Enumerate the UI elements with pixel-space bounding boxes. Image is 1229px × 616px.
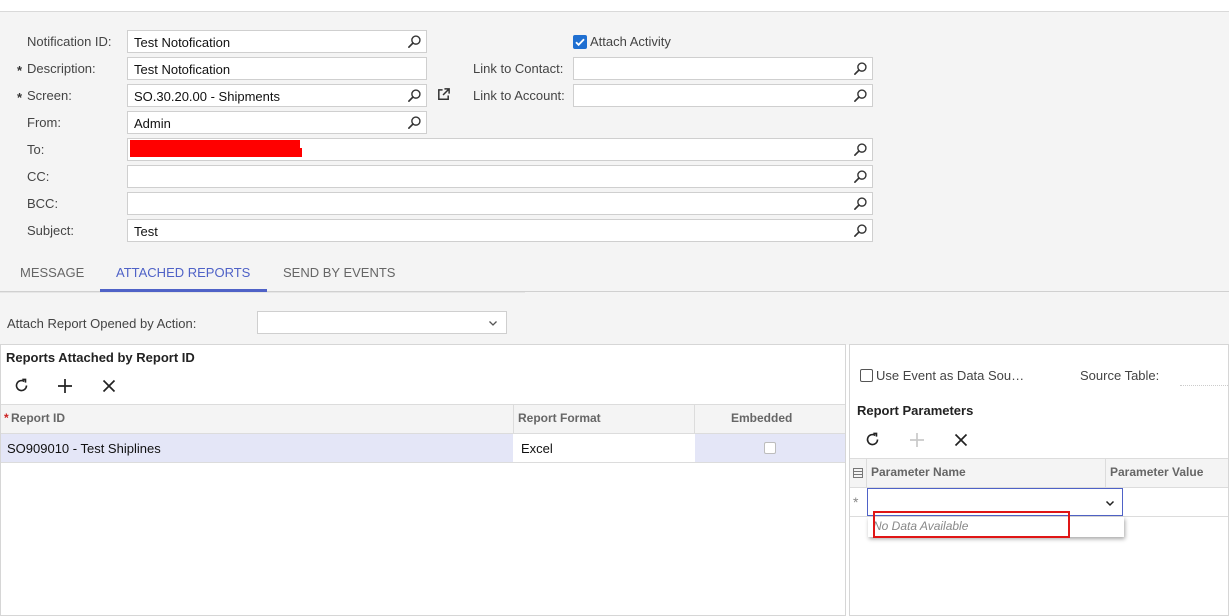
chevron-down-icon — [1105, 500, 1115, 507]
report-format-cell[interactable]: Excel — [521, 441, 553, 456]
column-report-id[interactable]: Report ID — [11, 411, 65, 425]
search-icon[interactable] — [853, 88, 868, 103]
refresh-icon[interactable] — [13, 377, 31, 395]
notification-id-label: Notification ID: — [27, 34, 112, 49]
table-row[interactable]: SO909010 - Test Shiplines Excel — [1, 434, 845, 463]
search-icon[interactable] — [853, 142, 868, 157]
column-report-format[interactable]: Report Format — [518, 411, 601, 425]
report-parameters-title: Report Parameters — [857, 403, 974, 418]
search-icon[interactable] — [407, 34, 422, 49]
bcc-label: BCC: — [27, 196, 59, 211]
tab-send-by-events[interactable]: SEND BY EVENTS — [283, 265, 395, 280]
new-row-marker: * — [853, 494, 859, 510]
subject-value: Test — [134, 224, 158, 239]
checkmark-icon — [575, 38, 585, 47]
from-label: From: — [27, 115, 61, 130]
subject-label: Subject: — [27, 223, 74, 238]
tab-strip-line — [0, 292, 525, 293]
delete-icon[interactable] — [100, 377, 118, 395]
link-to-contact-label: Link to Contact: — [473, 61, 564, 76]
to-field[interactable] — [127, 138, 873, 161]
delete-icon[interactable] — [952, 431, 970, 449]
screen-label: Screen: — [27, 88, 72, 103]
from-value: Admin — [134, 116, 171, 131]
description-required-marker: * — [17, 63, 23, 78]
notification-id-field[interactable]: Test Notofication — [127, 30, 427, 53]
column-embedded[interactable]: Embedded — [731, 411, 792, 425]
reports-panel-title: Reports Attached by Report ID — [6, 350, 195, 365]
link-to-account-label: Link to Account: — [473, 88, 565, 103]
description-field[interactable]: Test Notofication — [127, 57, 427, 80]
report-id-required-marker: * — [4, 411, 9, 425]
search-icon[interactable] — [407, 115, 422, 130]
description-label: Description: — [27, 61, 96, 76]
parameters-grid-header: Parameter Name Parameter Value — [850, 458, 1228, 488]
report-id-cell[interactable]: SO909010 - Test Shiplines — [7, 441, 161, 456]
screen-value: SO.30.20.00 - Shipments — [134, 89, 280, 104]
tab-attached-reports[interactable]: ATTACHED REPORTS — [116, 265, 250, 280]
search-icon[interactable] — [407, 88, 422, 103]
redaction-mark — [130, 148, 302, 157]
attach-report-action-select[interactable] — [257, 311, 507, 334]
search-icon[interactable] — [853, 61, 868, 76]
column-divider — [694, 405, 695, 433]
screen-required-marker: * — [17, 90, 23, 105]
description-value: Test Notofication — [134, 62, 231, 77]
from-field[interactable]: Admin — [127, 111, 427, 134]
link-to-account-field[interactable] — [573, 84, 873, 107]
chevron-down-icon — [489, 321, 497, 326]
column-divider — [513, 405, 514, 433]
embedded-checkbox[interactable] — [764, 442, 776, 454]
search-icon[interactable] — [853, 223, 868, 238]
notification-id-value: Test Notofication — [134, 35, 231, 50]
column-divider — [1105, 459, 1106, 487]
external-link-icon[interactable] — [436, 87, 451, 102]
attach-activity-label: Attach Activity — [590, 34, 671, 49]
cc-field[interactable] — [127, 165, 873, 188]
add-icon[interactable] — [908, 431, 926, 449]
tab-message[interactable]: MESSAGE — [20, 265, 84, 280]
highlight-annotation-box — [873, 511, 1070, 538]
column-parameter-name[interactable]: Parameter Name — [871, 465, 966, 479]
attach-activity-checkbox[interactable] — [573, 35, 587, 49]
use-event-checkbox[interactable] — [860, 369, 873, 382]
subject-field[interactable]: Test — [127, 219, 873, 242]
report-parameters-panel: Use Event as Data Sou… Source Table: Rep… — [849, 344, 1229, 616]
bcc-field[interactable] — [127, 192, 873, 215]
source-table-field[interactable] — [1180, 385, 1229, 386]
reports-attached-panel: Reports Attached by Report ID * Report I… — [0, 344, 846, 616]
row-settings-icon[interactable] — [852, 467, 864, 479]
reports-grid-header: * Report ID Report Format Embedded — [1, 404, 845, 434]
use-event-label: Use Event as Data Sou… — [876, 368, 1025, 383]
search-icon[interactable] — [853, 196, 868, 211]
search-icon[interactable] — [853, 169, 868, 184]
to-label: To: — [27, 142, 45, 157]
add-icon[interactable] — [56, 377, 74, 395]
refresh-icon[interactable] — [864, 431, 882, 449]
link-to-contact-field[interactable] — [573, 57, 873, 80]
cc-label: CC: — [27, 169, 50, 184]
source-table-label: Source Table: — [1080, 368, 1160, 383]
column-divider — [866, 459, 867, 487]
column-parameter-value[interactable]: Parameter Value — [1110, 465, 1203, 479]
screen-field[interactable]: SO.30.20.00 - Shipments — [127, 84, 427, 107]
attach-report-action-label: Attach Report Opened by Action: — [7, 316, 197, 331]
